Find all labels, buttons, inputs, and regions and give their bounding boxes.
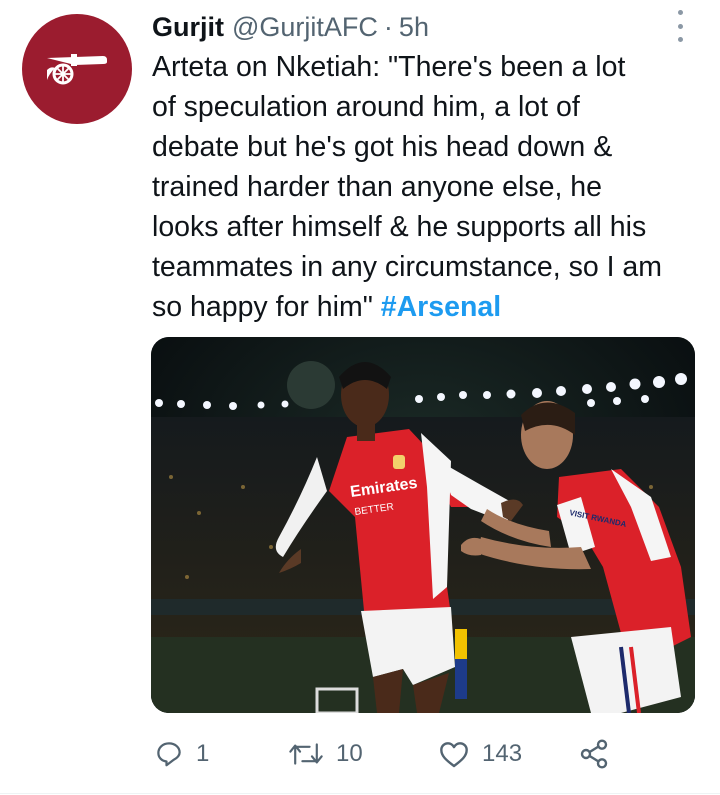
divider bbox=[0, 793, 720, 794]
hashtag-link[interactable]: #Arsenal bbox=[381, 291, 501, 323]
retweet-button[interactable]: 10 bbox=[288, 733, 363, 775]
reply-count: 1 bbox=[196, 740, 210, 767]
tweet-photo[interactable]: Emirates BETTER VISIT RWANDA bbox=[151, 337, 695, 713]
like-count: 143 bbox=[482, 740, 523, 767]
tweet-text-line: so happy for him" bbox=[152, 291, 381, 323]
arsenal-cannon-icon bbox=[47, 54, 107, 85]
tweet-text-line: debate but he's got his head down & bbox=[152, 131, 613, 163]
share-icon bbox=[580, 739, 608, 769]
author-name[interactable]: Gurjit bbox=[152, 12, 224, 43]
like-icon bbox=[440, 742, 468, 768]
tweet-text-line-last: so happy for him" #Arsenal bbox=[152, 287, 700, 327]
tweet-card[interactable]: Gurjit @GurjitAFC · 5h Arteta on Nketiah… bbox=[0, 0, 720, 795]
tweet-text-line: of speculation around him, a lot of bbox=[152, 91, 580, 123]
tweet-text-line: looks after himself & he supports all hi… bbox=[152, 211, 647, 243]
football-celebration-photo: Emirates BETTER VISIT RWANDA bbox=[151, 337, 695, 713]
reply-button[interactable]: 1 bbox=[154, 733, 209, 775]
tweet-text-line: trained harder than anyone else, he bbox=[152, 171, 602, 203]
timestamp[interactable]: 5h bbox=[399, 12, 429, 43]
tweet-header: Gurjit @GurjitAFC · 5h bbox=[152, 7, 429, 47]
separator-dot: · bbox=[383, 11, 393, 42]
avatar[interactable] bbox=[22, 14, 132, 124]
like-button[interactable]: 143 bbox=[438, 733, 522, 775]
tweet-text-line: teammates in any circumstance, so I am bbox=[152, 251, 663, 283]
more-options-icon[interactable] bbox=[668, 10, 692, 42]
share-button[interactable] bbox=[578, 733, 610, 775]
retweet-count: 10 bbox=[336, 740, 363, 767]
tweet-text: Arteta on Nketiah: "There's been a lot o… bbox=[152, 47, 700, 327]
reply-icon bbox=[157, 742, 181, 767]
author-handle[interactable]: @GurjitAFC bbox=[232, 12, 378, 43]
tweet-actions: 1 10 143 bbox=[152, 733, 652, 775]
retweet-icon bbox=[289, 743, 323, 765]
tweet-text-line: Arteta on Nketiah: "There's been a lot bbox=[152, 51, 626, 83]
